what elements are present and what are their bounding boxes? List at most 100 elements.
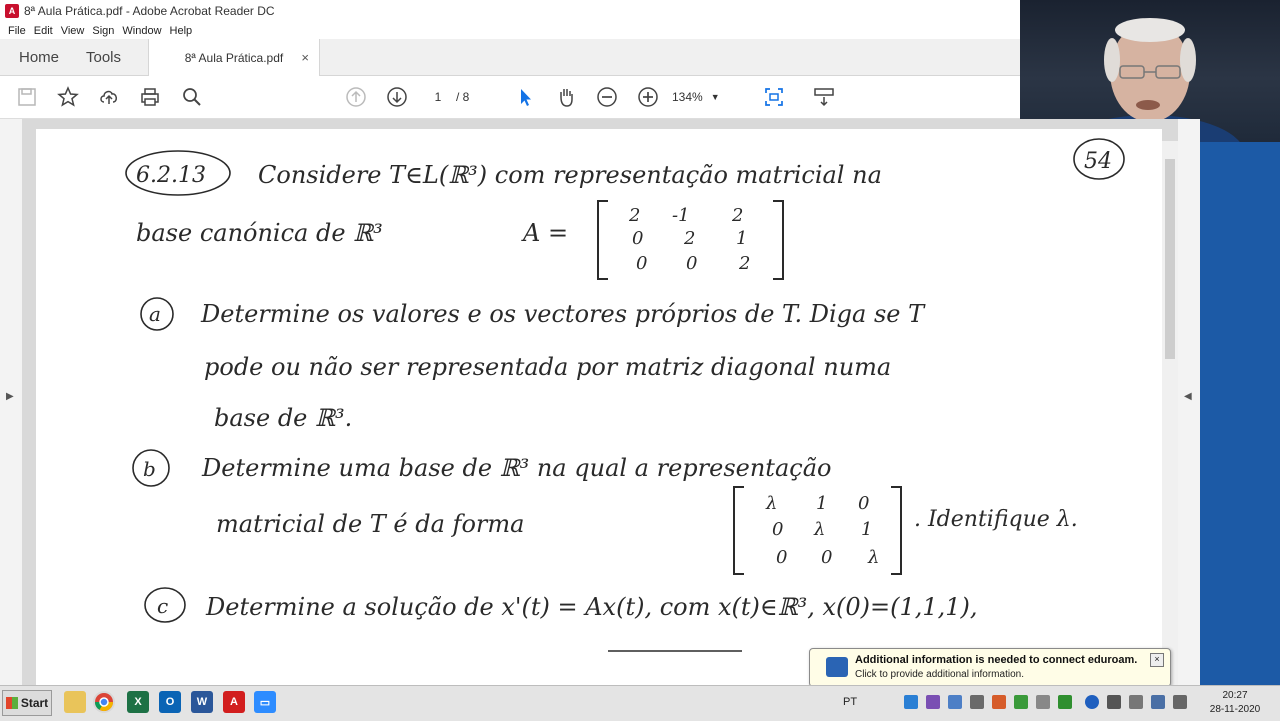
onenote-tray-icon[interactable] xyxy=(926,695,940,709)
network-notification[interactable]: Additional information is needed to conn… xyxy=(809,648,1171,687)
menu-help[interactable]: Help xyxy=(170,25,193,37)
scrollbar-thumb[interactable] xyxy=(1165,159,1175,359)
tray-app-icon[interactable] xyxy=(1036,695,1050,709)
fit-page-icon[interactable] xyxy=(762,85,786,109)
clock-date: 28-11-2020 xyxy=(1209,704,1261,715)
menu-edit[interactable]: Edit xyxy=(34,25,53,37)
matrix-a-cell: 1 xyxy=(736,228,747,249)
start-button[interactable]: Start xyxy=(2,690,52,716)
matrix-a-cell: 2 xyxy=(738,253,750,274)
matrix-j-cell: λ xyxy=(813,519,825,540)
menu-file[interactable]: File xyxy=(8,25,26,37)
previous-page-icon[interactable] xyxy=(344,85,368,109)
title-bar: A 8ª Aula Prática.pdf - Adobe Acrobat Re… xyxy=(0,0,1020,23)
item-c-line-1: Determine a solução de x'(t) = Ax(t), co… xyxy=(205,593,978,621)
clock-time: 20:27 xyxy=(1222,690,1248,701)
item-a-line-1: Determine os valores e os vectores própr… xyxy=(200,300,926,328)
item-b-label: b xyxy=(143,457,156,481)
notification-title: Additional information is needed to conn… xyxy=(855,654,1138,666)
matrix-j-cell: 0 xyxy=(772,519,783,540)
tray-app-icon[interactable] xyxy=(1014,695,1028,709)
tab-home[interactable]: Home xyxy=(19,39,59,75)
exercise-number: 6.2.13 xyxy=(136,163,206,188)
chevron-down-icon: ▼ xyxy=(710,92,720,102)
close-tab-icon[interactable]: × xyxy=(301,50,309,65)
tray-app-icon[interactable] xyxy=(1107,695,1121,709)
matrix-a-label: A = xyxy=(521,219,568,247)
network-tray-icon[interactable] xyxy=(1151,695,1165,709)
toolbar: 1 / 8 134% ▼ xyxy=(0,76,1020,119)
statement-line-2: base canónica de ℝ³ xyxy=(136,219,383,247)
outlook-icon[interactable]: O xyxy=(159,691,181,713)
document-viewer: ▶ 6.2.13 54 Considere T∈L(ℝ³) com repres… xyxy=(0,119,1200,685)
tab-document-label: 8ª Aula Prática.pdf xyxy=(184,50,284,65)
tray-app-icon[interactable] xyxy=(904,695,918,709)
acrobat-icon: A xyxy=(5,4,19,18)
save-icon[interactable] xyxy=(15,85,39,109)
matrix-a-cell: 0 xyxy=(636,253,647,274)
item-c-label: c xyxy=(157,594,168,618)
next-page-icon[interactable] xyxy=(385,85,409,109)
zoom-value: 134% xyxy=(672,90,703,104)
statement-line-1: Considere T∈L(ℝ³) com representação matr… xyxy=(258,161,882,189)
matrix-j-cell: 1 xyxy=(861,519,872,540)
page-indicator: 1 / 8 xyxy=(420,86,490,108)
bluetooth-icon[interactable] xyxy=(1085,695,1099,709)
chrome-icon[interactable] xyxy=(93,691,115,713)
hand-tool-icon[interactable] xyxy=(554,85,578,109)
upload-cloud-icon[interactable] xyxy=(97,85,121,109)
acrobat-taskbar-icon[interactable]: A xyxy=(223,691,245,713)
tray-app-icon[interactable] xyxy=(1058,695,1072,709)
matrix-j-cell: 0 xyxy=(858,493,869,514)
zoom-app-icon[interactable]: ▭ xyxy=(254,691,276,713)
matrix-j-cell: 1 xyxy=(816,493,827,514)
matrix-a-cell: 2 xyxy=(731,205,743,226)
handwritten-content: 6.2.13 54 Considere T∈L(ℝ³) com represen… xyxy=(125,138,1125,652)
menu-window[interactable]: Window xyxy=(122,25,161,37)
zoom-in-icon[interactable] xyxy=(636,85,660,109)
badge-number: 54 xyxy=(1084,149,1112,174)
page-total: / 8 xyxy=(456,90,470,104)
read-mode-icon[interactable] xyxy=(812,85,836,109)
item-b-line-2: matricial de T é da forma xyxy=(216,510,524,538)
network-icon xyxy=(826,657,848,677)
search-icon[interactable] xyxy=(180,85,204,109)
vertical-scrollbar[interactable] xyxy=(1162,141,1178,685)
language-indicator[interactable]: PT xyxy=(843,696,857,708)
tray-app-icon[interactable] xyxy=(992,695,1006,709)
select-cursor-icon[interactable] xyxy=(513,85,537,109)
left-panel-toggle[interactable]: ▶ xyxy=(0,119,22,685)
word-icon[interactable]: W xyxy=(191,691,213,713)
matrix-a-cell: 2 xyxy=(628,205,640,226)
desktop-background xyxy=(1200,142,1280,685)
menu-sign[interactable]: Sign xyxy=(92,25,114,37)
print-icon[interactable] xyxy=(138,85,162,109)
matrix-a-cell: 0 xyxy=(686,253,697,274)
zoom-dropdown[interactable]: 134% ▼ xyxy=(672,86,742,108)
file-explorer-icon[interactable] xyxy=(64,691,86,713)
windows-logo-icon xyxy=(5,697,18,709)
matrix-j-cell: λ xyxy=(867,547,879,568)
tray-app-icon[interactable] xyxy=(970,695,984,709)
page-number-input[interactable]: 1 xyxy=(420,90,456,104)
expand-right-icon: ◀ xyxy=(1184,391,1192,402)
tab-tools[interactable]: Tools xyxy=(86,39,121,75)
close-icon[interactable]: × xyxy=(1150,653,1164,667)
excel-icon[interactable]: X xyxy=(127,691,149,713)
matrix-j-cell: 0 xyxy=(821,547,832,568)
zoom-out-icon[interactable] xyxy=(595,85,619,109)
tray-app-icon[interactable] xyxy=(948,695,962,709)
pdf-page: 6.2.13 54 Considere T∈L(ℝ³) com represen… xyxy=(36,129,1162,685)
item-a-line-3: base de ℝ³. xyxy=(214,404,352,432)
usb-icon[interactable] xyxy=(1129,695,1143,709)
menu-view[interactable]: View xyxy=(61,25,85,37)
window-title: 8ª Aula Prática.pdf - Adobe Acrobat Read… xyxy=(24,4,275,18)
right-panel-toggle[interactable]: ◀ xyxy=(1178,119,1200,685)
tab-document[interactable]: 8ª Aula Prática.pdf × xyxy=(148,39,320,76)
item-a-label: a xyxy=(149,302,161,326)
bookmark-star-icon[interactable] xyxy=(56,85,80,109)
notification-subtitle: Click to provide additional information. xyxy=(855,669,1024,680)
volume-icon[interactable] xyxy=(1173,695,1187,709)
matrix-a-cell: -1 xyxy=(672,205,690,226)
system-clock[interactable]: 20:27 28-11-2020 xyxy=(1200,689,1270,717)
